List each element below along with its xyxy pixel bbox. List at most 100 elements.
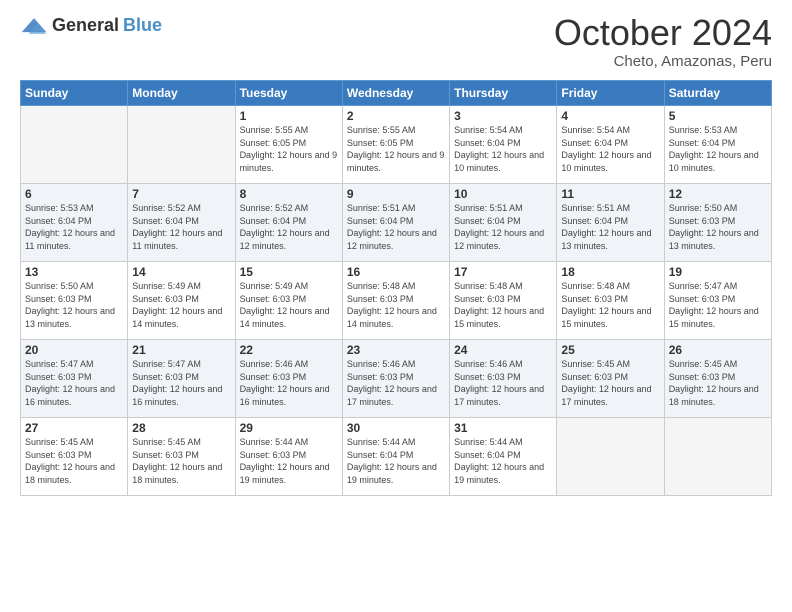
- day-number: 20: [25, 343, 123, 357]
- logo-blue: Blue: [123, 15, 162, 36]
- calendar-cell: 22Sunrise: 5:46 AMSunset: 6:03 PMDayligh…: [235, 340, 342, 418]
- location-subtitle: Cheto, Amazonas, Peru: [554, 53, 772, 70]
- title-section: October 2024 Cheto, Amazonas, Peru: [554, 15, 772, 70]
- week-row-5: 27Sunrise: 5:45 AMSunset: 6:03 PMDayligh…: [21, 418, 772, 496]
- day-info: Sunrise: 5:50 AMSunset: 6:03 PMDaylight:…: [25, 280, 123, 330]
- day-info: Sunrise: 5:47 AMSunset: 6:03 PMDaylight:…: [25, 358, 123, 408]
- day-info: Sunrise: 5:45 AMSunset: 6:03 PMDaylight:…: [132, 436, 230, 486]
- weekday-header-sunday: Sunday: [21, 81, 128, 106]
- day-number: 7: [132, 187, 230, 201]
- day-number: 21: [132, 343, 230, 357]
- day-number: 13: [25, 265, 123, 279]
- day-number: 6: [25, 187, 123, 201]
- day-info: Sunrise: 5:45 AMSunset: 6:03 PMDaylight:…: [25, 436, 123, 486]
- calendar-cell: 26Sunrise: 5:45 AMSunset: 6:03 PMDayligh…: [664, 340, 771, 418]
- day-number: 23: [347, 343, 445, 357]
- day-number: 9: [347, 187, 445, 201]
- day-info: Sunrise: 5:46 AMSunset: 6:03 PMDaylight:…: [454, 358, 552, 408]
- calendar-cell: 20Sunrise: 5:47 AMSunset: 6:03 PMDayligh…: [21, 340, 128, 418]
- calendar-cell: 29Sunrise: 5:44 AMSunset: 6:03 PMDayligh…: [235, 418, 342, 496]
- day-number: 30: [347, 421, 445, 435]
- calendar-cell: 23Sunrise: 5:46 AMSunset: 6:03 PMDayligh…: [342, 340, 449, 418]
- month-title: October 2024: [554, 15, 772, 51]
- day-info: Sunrise: 5:46 AMSunset: 6:03 PMDaylight:…: [240, 358, 338, 408]
- day-number: 22: [240, 343, 338, 357]
- day-number: 15: [240, 265, 338, 279]
- day-number: 16: [347, 265, 445, 279]
- day-number: 29: [240, 421, 338, 435]
- day-info: Sunrise: 5:55 AMSunset: 6:05 PMDaylight:…: [347, 124, 445, 174]
- day-info: Sunrise: 5:51 AMSunset: 6:04 PMDaylight:…: [347, 202, 445, 252]
- calendar-cell: 19Sunrise: 5:47 AMSunset: 6:03 PMDayligh…: [664, 262, 771, 340]
- weekday-header-thursday: Thursday: [450, 81, 557, 106]
- calendar-cell: 12Sunrise: 5:50 AMSunset: 6:03 PMDayligh…: [664, 184, 771, 262]
- day-info: Sunrise: 5:52 AMSunset: 6:04 PMDaylight:…: [132, 202, 230, 252]
- calendar: SundayMondayTuesdayWednesdayThursdayFrid…: [20, 80, 772, 496]
- day-info: Sunrise: 5:49 AMSunset: 6:03 PMDaylight:…: [132, 280, 230, 330]
- calendar-cell: 24Sunrise: 5:46 AMSunset: 6:03 PMDayligh…: [450, 340, 557, 418]
- logo-general: General: [52, 15, 119, 36]
- calendar-cell: 27Sunrise: 5:45 AMSunset: 6:03 PMDayligh…: [21, 418, 128, 496]
- calendar-cell: 3Sunrise: 5:54 AMSunset: 6:04 PMDaylight…: [450, 106, 557, 184]
- day-info: Sunrise: 5:47 AMSunset: 6:03 PMDaylight:…: [132, 358, 230, 408]
- calendar-cell: 31Sunrise: 5:44 AMSunset: 6:04 PMDayligh…: [450, 418, 557, 496]
- day-info: Sunrise: 5:50 AMSunset: 6:03 PMDaylight:…: [669, 202, 767, 252]
- day-number: 25: [561, 343, 659, 357]
- day-number: 12: [669, 187, 767, 201]
- day-number: 5: [669, 109, 767, 123]
- day-number: 11: [561, 187, 659, 201]
- calendar-cell: 13Sunrise: 5:50 AMSunset: 6:03 PMDayligh…: [21, 262, 128, 340]
- day-number: 4: [561, 109, 659, 123]
- day-number: 17: [454, 265, 552, 279]
- weekday-header-wednesday: Wednesday: [342, 81, 449, 106]
- day-number: 31: [454, 421, 552, 435]
- day-number: 18: [561, 265, 659, 279]
- weekday-header-row: SundayMondayTuesdayWednesdayThursdayFrid…: [21, 81, 772, 106]
- day-info: Sunrise: 5:44 AMSunset: 6:03 PMDaylight:…: [240, 436, 338, 486]
- day-info: Sunrise: 5:55 AMSunset: 6:05 PMDaylight:…: [240, 124, 338, 174]
- day-number: 24: [454, 343, 552, 357]
- day-info: Sunrise: 5:51 AMSunset: 6:04 PMDaylight:…: [454, 202, 552, 252]
- logo-icon: [20, 16, 48, 36]
- calendar-cell: 16Sunrise: 5:48 AMSunset: 6:03 PMDayligh…: [342, 262, 449, 340]
- day-info: Sunrise: 5:54 AMSunset: 6:04 PMDaylight:…: [561, 124, 659, 174]
- day-info: Sunrise: 5:54 AMSunset: 6:04 PMDaylight:…: [454, 124, 552, 174]
- calendar-cell: 7Sunrise: 5:52 AMSunset: 6:04 PMDaylight…: [128, 184, 235, 262]
- day-info: Sunrise: 5:51 AMSunset: 6:04 PMDaylight:…: [561, 202, 659, 252]
- calendar-cell: [557, 418, 664, 496]
- day-info: Sunrise: 5:44 AMSunset: 6:04 PMDaylight:…: [347, 436, 445, 486]
- day-info: Sunrise: 5:53 AMSunset: 6:04 PMDaylight:…: [669, 124, 767, 174]
- calendar-cell: 9Sunrise: 5:51 AMSunset: 6:04 PMDaylight…: [342, 184, 449, 262]
- calendar-cell: 8Sunrise: 5:52 AMSunset: 6:04 PMDaylight…: [235, 184, 342, 262]
- day-number: 10: [454, 187, 552, 201]
- calendar-cell: 1Sunrise: 5:55 AMSunset: 6:05 PMDaylight…: [235, 106, 342, 184]
- calendar-cell: 28Sunrise: 5:45 AMSunset: 6:03 PMDayligh…: [128, 418, 235, 496]
- day-number: 14: [132, 265, 230, 279]
- day-info: Sunrise: 5:49 AMSunset: 6:03 PMDaylight:…: [240, 280, 338, 330]
- calendar-cell: 4Sunrise: 5:54 AMSunset: 6:04 PMDaylight…: [557, 106, 664, 184]
- calendar-cell: 18Sunrise: 5:48 AMSunset: 6:03 PMDayligh…: [557, 262, 664, 340]
- weekday-header-saturday: Saturday: [664, 81, 771, 106]
- calendar-cell: [128, 106, 235, 184]
- day-number: 1: [240, 109, 338, 123]
- day-info: Sunrise: 5:48 AMSunset: 6:03 PMDaylight:…: [454, 280, 552, 330]
- header: GeneralBlue October 2024 Cheto, Amazonas…: [20, 15, 772, 70]
- day-number: 19: [669, 265, 767, 279]
- day-info: Sunrise: 5:45 AMSunset: 6:03 PMDaylight:…: [669, 358, 767, 408]
- calendar-cell: 10Sunrise: 5:51 AMSunset: 6:04 PMDayligh…: [450, 184, 557, 262]
- weekday-header-tuesday: Tuesday: [235, 81, 342, 106]
- day-number: 28: [132, 421, 230, 435]
- calendar-cell: 14Sunrise: 5:49 AMSunset: 6:03 PMDayligh…: [128, 262, 235, 340]
- day-info: Sunrise: 5:52 AMSunset: 6:04 PMDaylight:…: [240, 202, 338, 252]
- day-number: 26: [669, 343, 767, 357]
- week-row-1: 1Sunrise: 5:55 AMSunset: 6:05 PMDaylight…: [21, 106, 772, 184]
- week-row-3: 13Sunrise: 5:50 AMSunset: 6:03 PMDayligh…: [21, 262, 772, 340]
- calendar-cell: 15Sunrise: 5:49 AMSunset: 6:03 PMDayligh…: [235, 262, 342, 340]
- calendar-cell: 5Sunrise: 5:53 AMSunset: 6:04 PMDaylight…: [664, 106, 771, 184]
- calendar-cell: 2Sunrise: 5:55 AMSunset: 6:05 PMDaylight…: [342, 106, 449, 184]
- calendar-cell: 21Sunrise: 5:47 AMSunset: 6:03 PMDayligh…: [128, 340, 235, 418]
- day-info: Sunrise: 5:45 AMSunset: 6:03 PMDaylight:…: [561, 358, 659, 408]
- calendar-cell: 30Sunrise: 5:44 AMSunset: 6:04 PMDayligh…: [342, 418, 449, 496]
- calendar-cell: 25Sunrise: 5:45 AMSunset: 6:03 PMDayligh…: [557, 340, 664, 418]
- calendar-cell: [664, 418, 771, 496]
